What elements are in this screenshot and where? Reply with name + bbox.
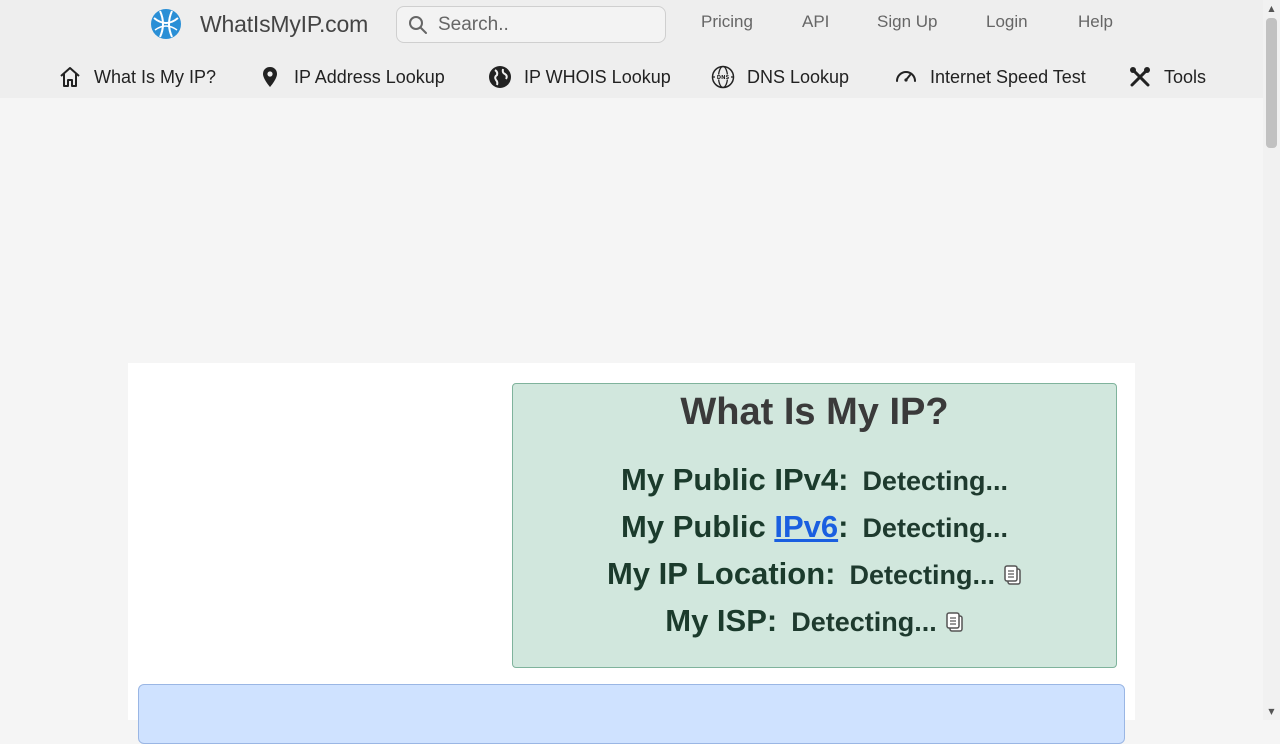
home-icon <box>60 67 80 87</box>
speedometer-icon <box>896 71 916 82</box>
scroll-thumb[interactable] <box>1266 18 1277 148</box>
site-header: WhatIsMyIP.com Pricing API Sign Up Login… <box>0 0 1263 98</box>
vertical-scrollbar[interactable]: ▲ ▼ <box>1263 0 1280 720</box>
svg-text:DNS: DNS <box>717 75 730 81</box>
nav-item-label: What Is My IP? <box>94 66 217 87</box>
info-box <box>138 684 1125 744</box>
nav-item-label: Tools <box>1164 66 1207 87</box>
copy-icon[interactable] <box>1003 553 1022 585</box>
nav-item-label: DNS Lookup <box>747 66 850 87</box>
nav-item-label: IP Address Lookup <box>294 66 445 87</box>
ip-location-label: My IP Location: <box>606 556 836 591</box>
scroll-down-arrow-icon[interactable]: ▼ <box>1263 703 1280 720</box>
api-link[interactable]: API <box>802 12 829 32</box>
login-link[interactable]: Login <box>986 12 1028 32</box>
nav-item-tools[interactable]: Tools <box>1128 58 1206 96</box>
ipv4-label: My Public IPv4: <box>621 462 849 497</box>
nav-item-label: IP WHOIS Lookup <box>524 66 671 87</box>
ipv6-row: My Public IPv6: Detecting... <box>513 504 1116 551</box>
ipv6-label-prefix: My Public <box>621 509 775 544</box>
ipv4-value: Detecting... <box>862 466 1008 496</box>
ipv6-label-suffix: : <box>838 509 849 544</box>
ipv4-row: My Public IPv4: Detecting... <box>513 457 1116 504</box>
nav-item-dns-lookup[interactable]: DNS DNS Lookup <box>711 58 849 96</box>
isp-label: My ISP: <box>665 603 778 638</box>
nav-item-ip-address-lookup[interactable]: IP Address Lookup <box>258 58 445 96</box>
site-name: WhatIsMyIP.com <box>200 10 369 37</box>
page-title: What Is My IP? <box>680 391 949 433</box>
help-link[interactable]: Help <box>1078 12 1113 32</box>
ipv6-value: Detecting... <box>862 513 1008 543</box>
pricing-link[interactable]: Pricing <box>701 12 753 32</box>
search-input[interactable] <box>436 12 660 37</box>
map-pin-icon <box>263 67 277 87</box>
sign-up-link[interactable]: Sign Up <box>877 12 937 32</box>
ipv6-link[interactable]: IPv6 <box>774 509 838 544</box>
ip-location-row: My IP Location: Detecting... <box>513 551 1116 598</box>
nav-item-internet-speed-test[interactable]: Internet Speed Test <box>894 58 1086 96</box>
search-box <box>396 6 666 43</box>
isp-row: My ISP: Detecting... <box>513 598 1116 645</box>
main-nav: What Is My IP? IP Address Lookup IP WHOI… <box>0 58 1263 96</box>
ip-location-value: Detecting... <box>849 560 996 590</box>
isp-value: Detecting... <box>791 607 937 637</box>
nav-item-what-is-my-ip[interactable]: What Is My IP? <box>58 58 216 96</box>
search-icon <box>408 15 428 35</box>
globe-icon <box>489 66 511 88</box>
copy-icon[interactable] <box>945 600 964 632</box>
ip-info-card: What Is My IP? My Public IPv4: Detecting.… <box>512 383 1117 668</box>
dns-globe-icon: DNS <box>711 65 735 89</box>
tools-icon <box>1130 67 1150 87</box>
nav-item-ip-whois-lookup[interactable]: IP WHOIS Lookup <box>488 58 671 96</box>
scroll-up-arrow-icon[interactable]: ▲ <box>1263 0 1280 17</box>
globe-logo-icon <box>150 8 182 40</box>
nav-item-label: Internet Speed Test <box>930 66 1086 87</box>
site-logo[interactable]: WhatIsMyIP.com <box>150 8 368 40</box>
